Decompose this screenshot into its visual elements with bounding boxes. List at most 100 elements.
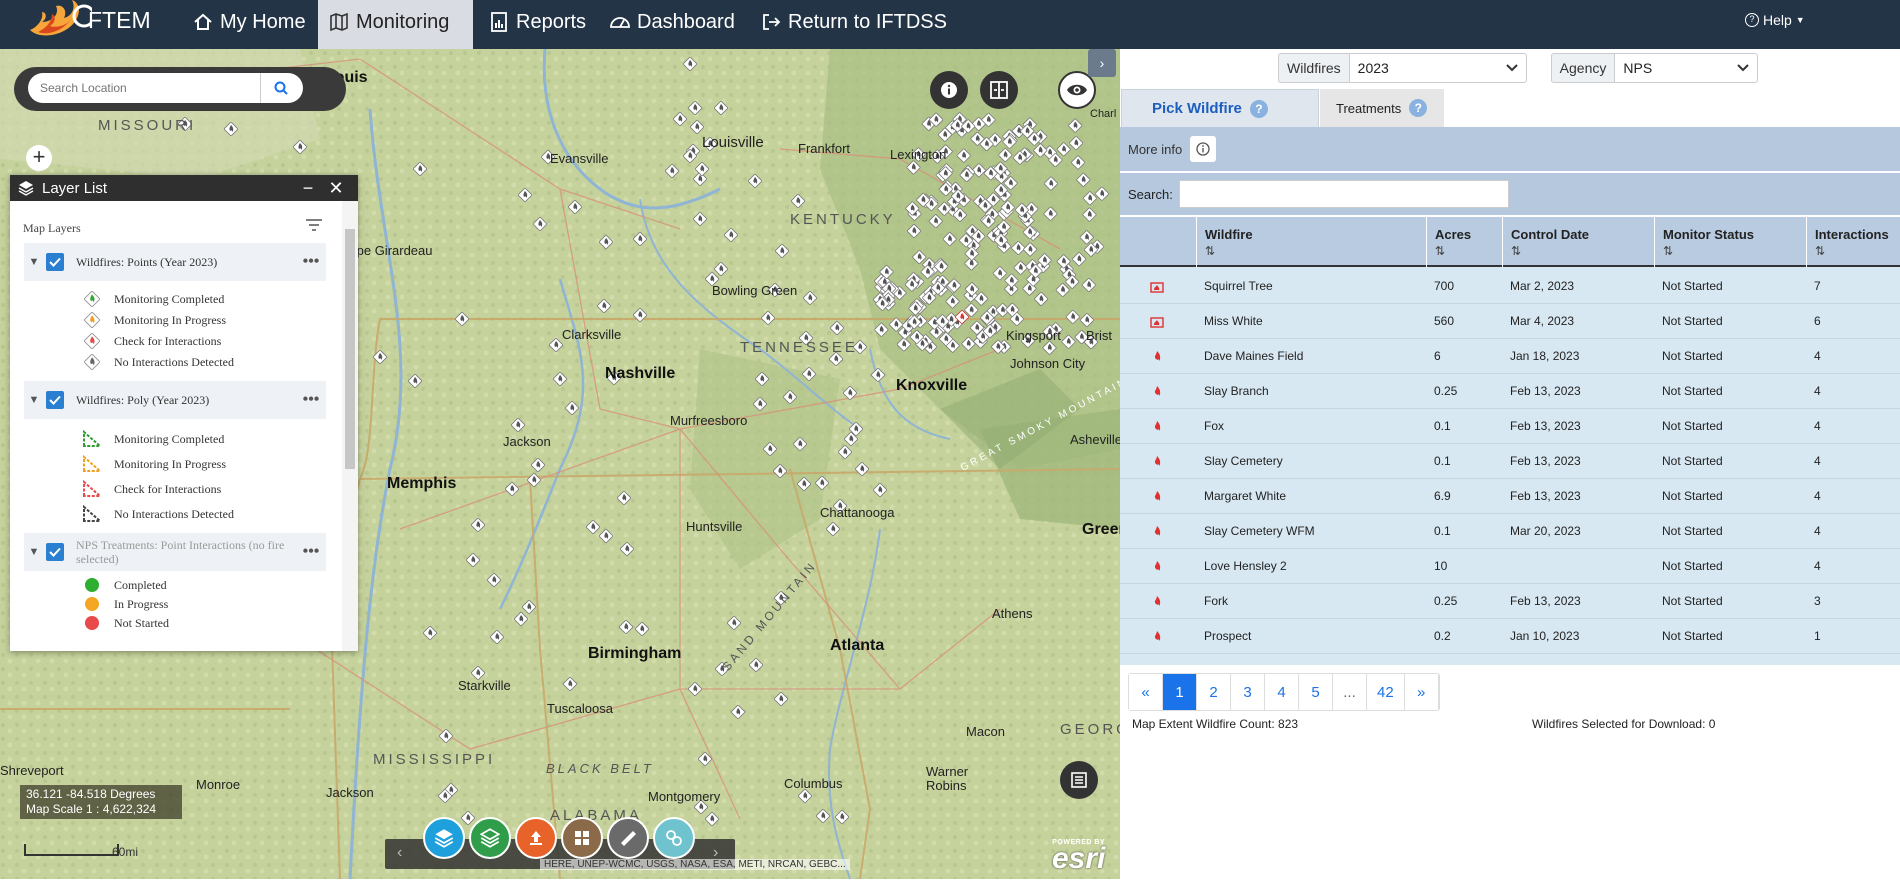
help-question-icon[interactable]: ? [1409,99,1428,117]
table-search-row: Search: [1120,173,1900,215]
page-prev-button[interactable]: « [1129,674,1163,710]
cell-control-date: Feb 13, 2023 [1510,489,1581,503]
map-label-clarksville: Clarksville [562,327,622,342]
nav-reports[interactable]: Reports [478,0,596,44]
grid-widget-button[interactable] [561,817,603,859]
legend-item: Not Started [82,613,169,633]
table-row[interactable]: Fox 0.1 Feb 13, 2023 Not Started 4 [1120,409,1900,444]
nav-my-home[interactable]: My Home [182,0,316,44]
help-question-icon[interactable]: ? [1249,99,1268,118]
layer-options-button[interactable]: ••• [296,543,326,561]
table-row[interactable]: Fork 0.25 Feb 13, 2023 Not Started 3 [1120,584,1900,619]
page-button[interactable]: 5 [1299,674,1333,710]
table-row[interactable]: Dave Maines Field 6 Jan 18, 2023 Not Starte… [1120,339,1900,374]
more-info-button[interactable] [1190,136,1217,162]
column-header-wildfire[interactable]: Wildfire ⇅ [1196,217,1426,267]
toolbar-previous-button[interactable]: ‹ [397,844,402,862]
table-row[interactable]: Miss White 560 Mar 4, 2023 Not Started 6 [1120,304,1900,339]
column-header-control-date[interactable]: Control Date ⇅ [1502,217,1654,267]
wildfire-panel: Wildfires 2023 Agency NPS Pick Wildfire … [1120,49,1900,886]
layer-options-button[interactable]: ••• [296,391,326,409]
layer-group-treatments[interactable]: ▼ NPS Treatments: Point Interactions (no… [24,533,326,571]
year-select[interactable]: 2023 [1348,53,1527,83]
cell-acres: 0.1 [1434,524,1451,538]
cell-acres: 10 [1434,559,1448,573]
layers-widget-button[interactable] [423,817,465,859]
chevron-down-icon[interactable]: ▼ [24,256,44,268]
page-button[interactable]: 2 [1197,674,1231,710]
minimize-button[interactable]: − [294,178,322,199]
header-label: Wildfire [1205,227,1253,242]
cell-control-date: Mar 2, 2023 [1510,279,1575,293]
layer-group-points[interactable]: ▼ Wildfires: Points (Year 2023) ••• [24,243,326,281]
measure-widget-button[interactable] [607,817,649,859]
upload-widget-button[interactable] [515,817,557,859]
table-row[interactable]: Slay Cemetery 0.1 Feb 13, 2023 Not Started 4 [1120,444,1900,479]
table-row[interactable]: Squirrel Tree 700 Mar 2, 2023 Not Started 7 [1120,269,1900,304]
search-location-input[interactable] [40,81,260,95]
analysis-widget-button[interactable] [653,817,695,859]
table-row[interactable]: Slay Branch 0.25 Feb 13, 2023 Not Started 4 [1120,374,1900,409]
tab-treatments[interactable]: Treatments ? [1320,89,1444,127]
cell-acres: 0.25 [1434,594,1458,608]
page-button[interactable]: 4 [1265,674,1299,710]
chevron-down-icon[interactable]: ▼ [24,546,44,558]
close-button[interactable]: ✕ [322,178,350,199]
table-row[interactable]: Love Hensley 2 10 Not Started 4 [1120,549,1900,584]
agency-value: NPS [1623,60,1653,76]
measure-icon [621,831,636,846]
layer-options-button[interactable]: ••• [296,253,326,271]
cell-interactions: 1 [1814,629,1821,643]
info-circle-icon [1196,142,1210,156]
agency-select[interactable]: NPS [1614,53,1759,83]
exit-icon [760,11,782,33]
map-label-bowling-green: Bowling Green [712,283,798,298]
year-value: 2023 [1357,60,1389,76]
legend-label: No Interactions Detected [114,354,234,369]
table-search-label: Search: [1128,186,1173,202]
help-dropdown[interactable]: ? Help ▼ [1745,12,1805,28]
info-button[interactable] [930,71,968,109]
search-button[interactable] [260,73,300,103]
table-row[interactable]: Slay Cemetery WFM 0.1 Mar 20, 2023 Not Star… [1120,514,1900,549]
layer-list-scrollbar[interactable] [342,201,358,651]
table-search-input[interactable] [1178,180,1509,208]
column-header-monitor-status[interactable]: Monitor Status ⇅ [1654,217,1806,267]
page-button[interactable]: 1 [1163,674,1197,710]
list-icon [1071,772,1087,788]
map-label-columbus: Columbus [784,776,843,791]
expand-panel-button[interactable]: › [1088,49,1116,77]
tab-treatments-label: Treatments [1336,100,1402,116]
table-row[interactable]: Margaret White 6.9 Feb 13, 2023 Not Started… [1120,479,1900,514]
attribute-table-button[interactable] [1060,761,1098,799]
cell-wildfire: Slay Cemetery [1204,454,1283,468]
swipe-compare-button[interactable] [980,71,1018,109]
map-label-bristol: Brist [1086,328,1112,343]
cell-monitor-status: Not Started [1662,524,1723,538]
nav-monitoring[interactable]: Monitoring [318,0,473,49]
esri-logo[interactable]: POWERED BY esri [1052,839,1105,874]
page-button[interactable]: 3 [1231,674,1265,710]
brand[interactable]: FTEM [26,0,151,40]
nav-dashboard[interactable]: Dashboard [599,0,745,44]
chevron-down-icon[interactable]: ▼ [24,394,44,406]
tab-pick-wildfire[interactable]: Pick Wildfire ? [1121,89,1319,127]
layer-visibility-checkbox[interactable] [46,253,64,271]
table-row[interactable]: Prospect 0.2 Jan 10, 2023 Not Started 1 [1120,619,1900,654]
column-header-interactions[interactable]: Interactions ⇅ [1806,217,1900,267]
more-info-label: More info [1128,141,1183,157]
column-header-acres[interactable]: Acres ⇅ [1426,217,1502,267]
scrollbar-thumb[interactable] [345,229,355,469]
fire-point-green-icon [82,289,102,309]
layer-stack-widget-button[interactable] [469,817,511,859]
map-view[interactable]: St. Louis MISSOURI Louisville Frankfort … [0,49,1120,879]
layer-group-polygons[interactable]: ▼ Wildfires: Poly (Year 2023) ••• [24,381,326,419]
layer-visibility-checkbox[interactable] [46,543,64,561]
layer-filter-button[interactable] [305,217,323,237]
nav-return-iftdss[interactable]: Return to IFTDSS [750,0,957,44]
page-button[interactable]: 42 [1367,674,1405,710]
fire-poly-gray-icon [82,504,102,524]
zoom-in-button[interactable]: + [26,145,52,171]
page-next-button[interactable]: » [1404,674,1439,710]
layer-visibility-checkbox[interactable] [46,391,64,409]
